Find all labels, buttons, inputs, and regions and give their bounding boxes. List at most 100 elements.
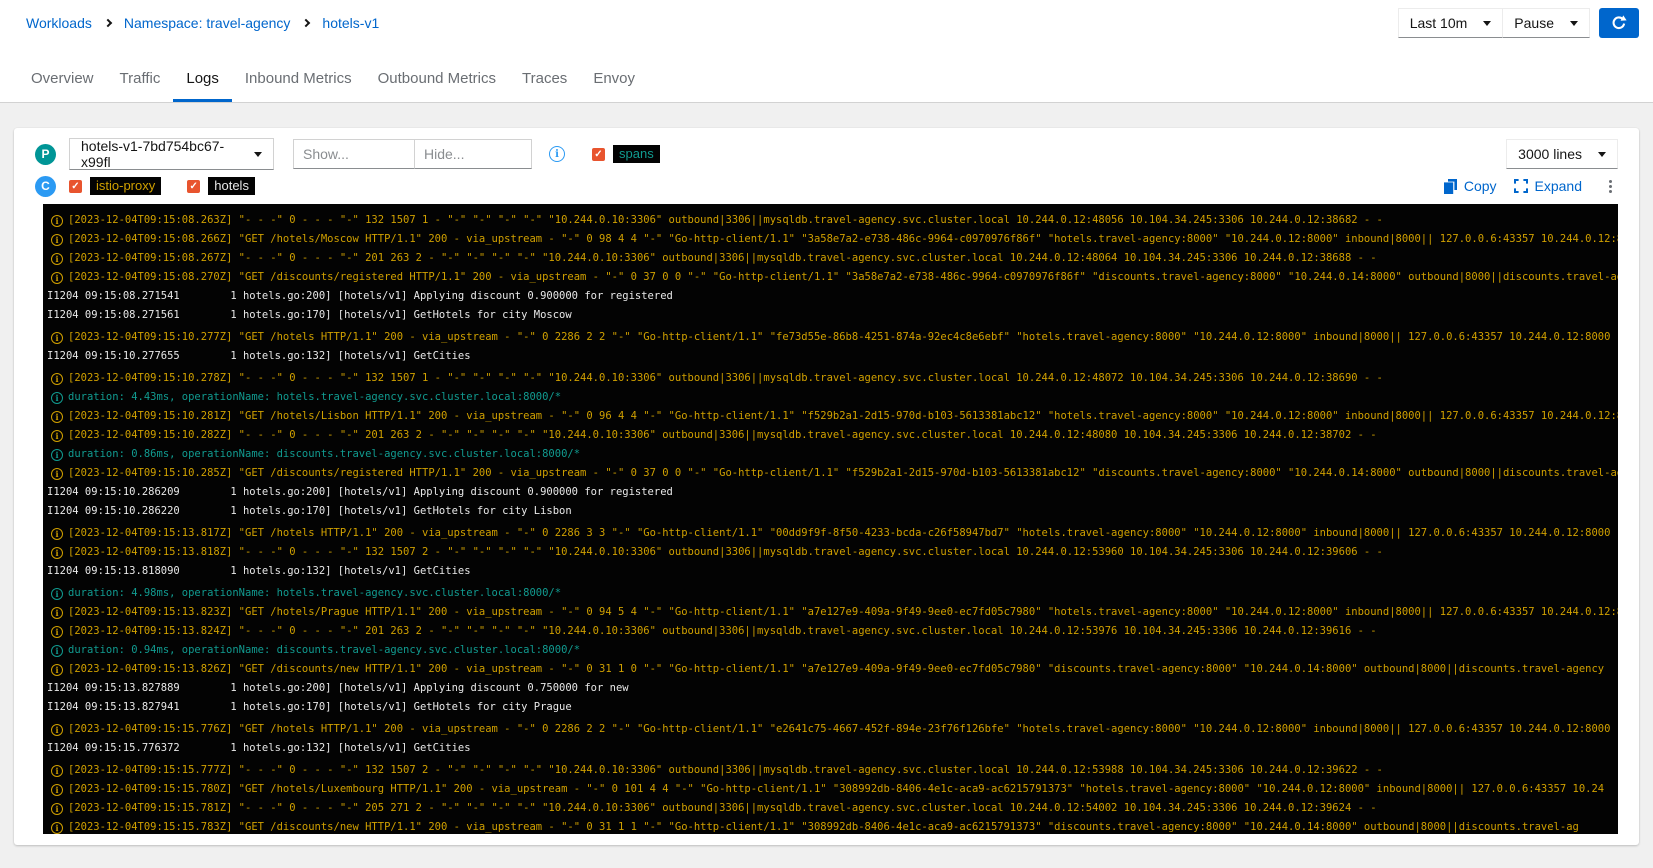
log-line-text: I1204 09:15:13.818090 1 hotels.go:132] […	[47, 562, 471, 581]
pod-select-value: hotels-v1-7bd754bc67-x99fl	[81, 138, 238, 170]
hide-filter-input[interactable]	[414, 139, 532, 169]
log-entry-info-icon[interactable]: i	[51, 468, 63, 480]
log-line-text: duration: 0.86ms, operationName: discoun…	[68, 445, 580, 464]
log-line-text: [2023-12-04T09:15:10.277Z] "GET /hotels …	[68, 328, 1610, 347]
log-entry-info-icon[interactable]: i	[51, 373, 63, 385]
log-line-proxy: i [2023-12-04T09:15:10.277Z] "GET /hotels…	[47, 328, 1618, 347]
log-entry-info-icon[interactable]: i	[51, 449, 63, 461]
log-line-proxy: i[2023-12-04T09:15:10.285Z] "GET /discou…	[47, 464, 1618, 483]
filter-info-icon[interactable]: i	[549, 146, 565, 162]
log-line-text: [2023-12-04T09:15:13.826Z] "GET /discoun…	[68, 660, 1604, 679]
log-line-text: [2023-12-04T09:15:15.781Z] "- - -" 0 - -…	[68, 799, 1377, 818]
log-line-text: I1204 09:15:13.827941 1 hotels.go:170] […	[47, 698, 572, 717]
spans-toggle[interactable]: spans	[592, 145, 660, 163]
log-entry-info-icon[interactable]: i	[51, 803, 63, 815]
log-line-text: I1204 09:15:10.286220 1 hotels.go:170] […	[47, 502, 572, 521]
log-entry-info-icon[interactable]: i	[51, 253, 63, 265]
istio-proxy-checkbox[interactable]	[69, 180, 82, 193]
log-entry-info-icon[interactable]: i	[51, 234, 63, 246]
log-line-text: [2023-12-04T09:15:15.777Z] "- - -" 0 - -…	[68, 761, 1383, 780]
log-entry-info-icon[interactable]: i	[51, 724, 63, 736]
log-line-proxy: i [2023-12-04T09:15:08.266Z] "GET /hotels…	[47, 230, 1618, 249]
caret-down-icon	[1570, 21, 1578, 26]
max-lines-value: 3000 lines	[1518, 146, 1582, 162]
copy-button[interactable]: Copy	[1444, 178, 1497, 194]
log-entry-info-icon[interactable]: i	[51, 272, 63, 284]
log-entry-info-icon[interactable]: i	[51, 664, 63, 676]
log-entry-info-icon[interactable]: i	[51, 588, 63, 600]
log-entry-info-icon[interactable]: i	[51, 607, 63, 619]
kebab-menu-icon[interactable]	[1603, 178, 1618, 195]
log-viewer[interactable]: i[2023-12-04T09:15:08.263Z] "- - -" 0 - …	[43, 204, 1618, 834]
refresh-interval-select[interactable]: Pause	[1502, 8, 1590, 38]
spans-checkbox[interactable]	[592, 148, 605, 161]
log-entry-info-icon[interactable]: i	[51, 645, 63, 657]
log-entry-info-icon[interactable]: i	[51, 528, 63, 540]
container-toggle-hotels[interactable]: hotels	[187, 177, 255, 195]
caret-down-icon	[1483, 21, 1491, 26]
log-entry-info-icon[interactable]: i	[51, 215, 63, 227]
breadcrumb-row: Workloads Namespace: travel-agency hotel…	[0, 0, 1653, 46]
tab-outbound-metrics[interactable]: Outbound Metrics	[365, 70, 509, 102]
max-lines-select[interactable]: 3000 lines	[1506, 139, 1618, 169]
expand-icon	[1514, 179, 1528, 193]
log-entry-info-icon[interactable]: i	[51, 765, 63, 777]
log-line-span: iduration: 4.43ms, operationName: hotels…	[47, 388, 1618, 407]
breadcrumb-namespace[interactable]: Namespace: travel-agency	[124, 15, 291, 31]
log-line-span: iduration: 4.98ms, operationName: hotels…	[47, 584, 1618, 603]
page-content: P hotels-v1-7bd754bc67-x99fl i spans 300…	[0, 103, 1653, 845]
show-filter-input[interactable]	[293, 139, 415, 169]
log-line-app: I1204 09:15:10.277655 1 hotels.go:132] […	[47, 347, 1618, 366]
log-line-text: duration: 0.94ms, operationName: discoun…	[68, 641, 580, 660]
pod-select[interactable]: hotels-v1-7bd754bc67-x99fl	[69, 138, 274, 170]
refresh-button[interactable]	[1599, 8, 1639, 38]
log-line-text: [2023-12-04T09:15:13.818Z] "- - -" 0 - -…	[68, 543, 1383, 562]
tab-logs[interactable]: Logs	[173, 70, 232, 102]
log-line-proxy: i [2023-12-04T09:15:15.781Z] "- - -" 0 - …	[47, 799, 1618, 818]
log-line-span: i duration: 0.86ms, operationName: discou…	[47, 445, 1618, 464]
time-range-select[interactable]: Last 10m	[1398, 8, 1504, 38]
tab-envoy[interactable]: Envoy	[580, 70, 648, 102]
log-line-app: I1204 09:15:13.827889 1 hotels.go:200] […	[47, 679, 1618, 698]
expand-button[interactable]: Expand	[1514, 178, 1582, 194]
time-range-value: Last 10m	[1410, 15, 1468, 31]
container-toggle-istio-proxy[interactable]: istio-proxy	[69, 177, 161, 195]
tab-inbound-metrics[interactable]: Inbound Metrics	[232, 70, 365, 102]
log-line-app: I1204 09:15:08.271541 1 hotels.go:200] […	[47, 287, 1618, 306]
log-line-proxy: i [2023-12-04T09:15:13.826Z] "GET /discou…	[47, 660, 1618, 679]
log-line-proxy: i[2023-12-04T09:15:13.823Z] "GET /hotels…	[47, 603, 1618, 622]
log-entry-info-icon[interactable]: i	[51, 626, 63, 638]
logs-toolbar-row-1: P hotels-v1-7bd754bc67-x99fl i spans 300…	[35, 138, 1618, 170]
log-entry-info-icon[interactable]: i	[51, 332, 63, 344]
log-entry-info-icon[interactable]: i	[51, 430, 63, 442]
breadcrumb-workload-name[interactable]: hotels-v1	[322, 15, 379, 31]
tab-traces[interactable]: Traces	[509, 70, 580, 102]
log-line-proxy: i[2023-12-04T09:15:15.780Z] "GET /hotels…	[47, 780, 1618, 799]
log-line-text: I1204 09:15:08.271561 1 hotels.go:170] […	[47, 306, 572, 325]
log-entry-info-icon[interactable]: i	[51, 392, 63, 404]
log-line-proxy: i [2023-12-04T09:15:15.777Z] "- - -" 0 - …	[47, 761, 1618, 780]
breadcrumb-workloads[interactable]: Workloads	[26, 15, 92, 31]
log-line-text: I1204 09:15:15.776372 1 hotels.go:132] […	[47, 739, 471, 758]
log-line-app: I1204 09:15:10.286209 1 hotels.go:200] […	[47, 483, 1618, 502]
tab-traffic[interactable]: Traffic	[107, 70, 174, 102]
tab-bar: Overview Traffic Logs Inbound Metrics Ou…	[0, 46, 1653, 103]
copy-icon	[1444, 179, 1457, 194]
log-entry-info-icon[interactable]: i	[51, 822, 63, 834]
time-controls: Last 10m Pause	[1398, 8, 1639, 38]
log-line-proxy: i [2023-12-04T09:15:10.278Z] "- - -" 0 - …	[47, 369, 1618, 388]
log-line-text: I1204 09:15:13.827889 1 hotels.go:200] […	[47, 679, 629, 698]
log-line-text: I1204 09:15:08.271541 1 hotels.go:200] […	[47, 287, 673, 306]
log-line-app: I1204 09:15:13.827941 1 hotels.go:170] […	[47, 698, 1618, 717]
hotels-checkbox[interactable]	[187, 180, 200, 193]
log-entry-info-icon[interactable]: i	[51, 411, 63, 423]
log-line-proxy: i [2023-12-04T09:15:15.783Z] "GET /discou…	[47, 818, 1618, 834]
spans-toggle-label: spans	[613, 145, 660, 163]
tab-overview[interactable]: Overview	[18, 70, 107, 102]
log-line-text: [2023-12-04T09:15:08.266Z] "GET /hotels/…	[68, 230, 1618, 249]
log-entry-info-icon[interactable]: i	[51, 784, 63, 796]
log-line-text: [2023-12-04T09:15:15.783Z] "GET /discoun…	[68, 818, 1579, 834]
log-line-text: [2023-12-04T09:15:13.824Z] "- - -" 0 - -…	[68, 622, 1377, 641]
log-entry-info-icon[interactable]: i	[51, 547, 63, 559]
log-line-text: [2023-12-04T09:15:10.278Z] "- - -" 0 - -…	[68, 369, 1383, 388]
